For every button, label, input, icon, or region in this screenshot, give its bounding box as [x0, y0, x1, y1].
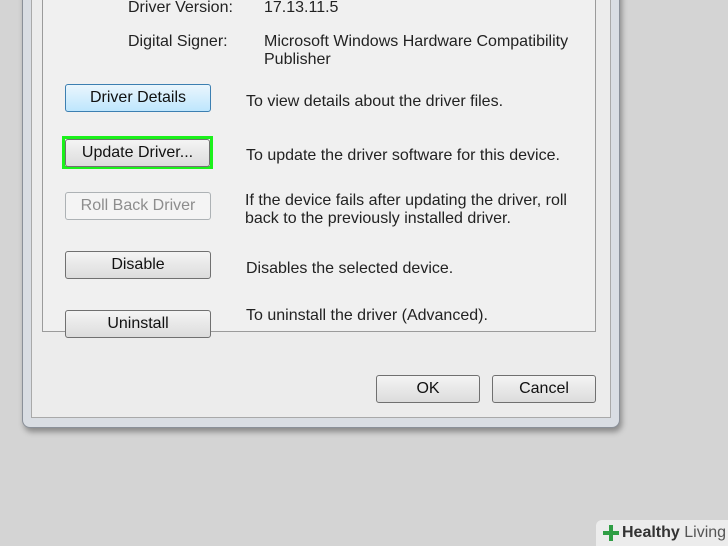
watermark-brand-light: Living	[679, 524, 727, 541]
healthy-living-watermark: Healthy Living	[596, 520, 728, 546]
disable-button[interactable]: Disable	[65, 251, 211, 279]
digital-signer-label: Digital Signer:	[128, 33, 228, 50]
plus-leaf-icon	[603, 525, 619, 541]
watermark-text: Healthy Living	[622, 524, 726, 542]
roll-back-description-line2: back to the previously installed driver.	[245, 210, 511, 227]
uninstall-button[interactable]: Uninstall	[65, 310, 211, 338]
disable-description: Disables the selected device.	[246, 260, 454, 277]
driver-details-button[interactable]: Driver Details	[65, 84, 211, 112]
driver-version-label: Driver Version:	[128, 0, 233, 16]
roll-back-description-line1: If the device fails after updating the d…	[245, 192, 567, 209]
digital-signer-value-line1: Microsoft Windows Hardware Compatibility	[264, 33, 569, 50]
uninstall-description: To uninstall the driver (Advanced).	[246, 307, 488, 324]
update-driver-button[interactable]: Update Driver...	[65, 139, 210, 167]
watermark-brand-bold: Healthy	[622, 524, 680, 541]
update-driver-description: To update the driver software for this d…	[246, 147, 560, 164]
cancel-button[interactable]: Cancel	[492, 375, 596, 403]
driver-details-description: To view details about the driver files.	[246, 93, 504, 110]
ok-button[interactable]: OK	[376, 375, 480, 403]
roll-back-driver-button[interactable]: Roll Back Driver	[65, 192, 211, 220]
driver-version-value: 17.13.11.5	[264, 0, 339, 16]
digital-signer-value-line2: Publisher	[264, 51, 331, 68]
